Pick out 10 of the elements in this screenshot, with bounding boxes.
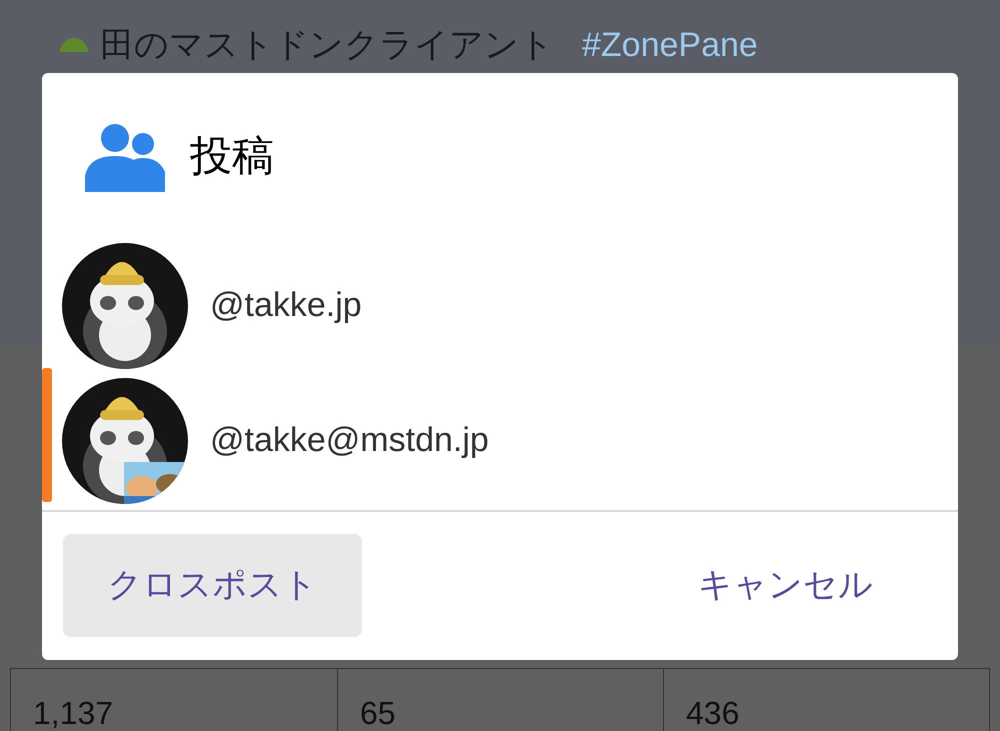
table-cell: 65: [337, 669, 663, 731]
table-cell: 436: [663, 669, 989, 731]
crosspost-button[interactable]: クロスポスト: [63, 534, 362, 637]
hashtag-link[interactable]: #ZonePane: [582, 24, 758, 66]
account-item[interactable]: @takke@mstdn.jp: [42, 373, 958, 508]
account-item[interactable]: @takke.jp: [42, 238, 958, 373]
table-cell-text: 1,137: [32, 694, 114, 731]
cancel-button[interactable]: キャンセル: [634, 534, 937, 637]
dialog-title: 投稿: [190, 131, 274, 181]
post-text: 田のマストドンクライアント: [100, 25, 554, 66]
